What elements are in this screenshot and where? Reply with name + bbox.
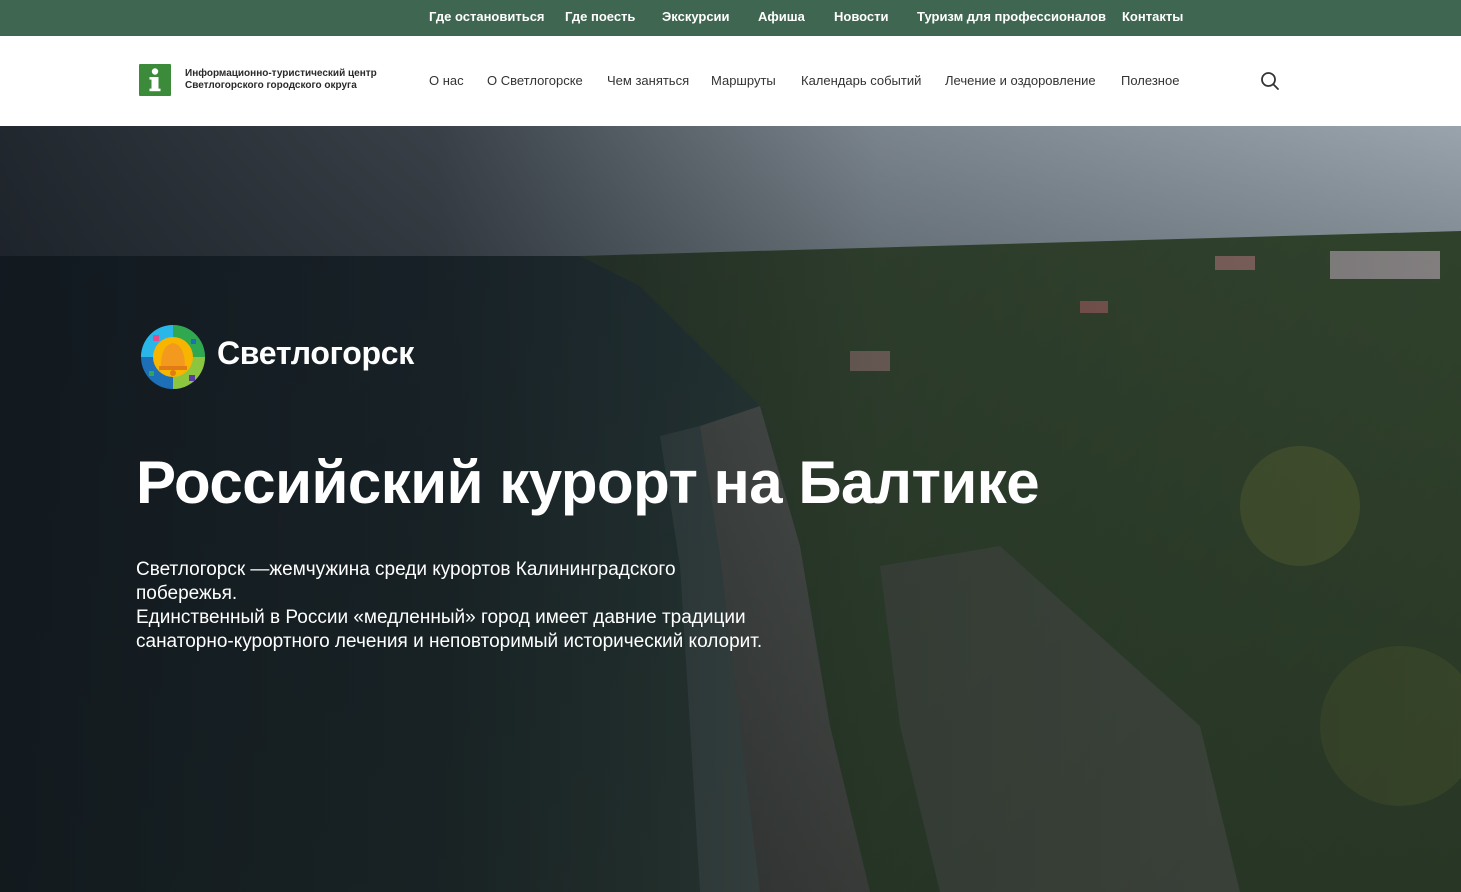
hero-description-line-2: побережья. [136, 583, 238, 604]
nav-item-events-calendar[interactable]: Календарь событий [801, 73, 921, 88]
nav-item-health[interactable]: Лечение и оздоровление [945, 73, 1096, 88]
org-name[interactable]: Информационно-туристический центр Светло… [185, 68, 405, 92]
topbar-link-excursions[interactable]: Экскурсии [662, 9, 730, 24]
org-name-line-1: Информационно-туристический центр [185, 68, 377, 79]
brand-name: Светлогорск [217, 335, 414, 371]
search-icon [1261, 72, 1279, 90]
topbar-link-afisha[interactable]: Афиша [758, 9, 805, 24]
info-center-logo[interactable] [139, 64, 171, 96]
org-name-line-2: Светлогорского городского округа [185, 80, 357, 91]
nav-item-useful[interactable]: Полезное [1121, 73, 1179, 88]
hero-title: Российский курорт на Балтике [136, 449, 1040, 516]
search-button[interactable] [1259, 70, 1281, 92]
nav-item-things-to-do[interactable]: Чем заняться [607, 73, 689, 88]
site-header: Информационно-туристический центр Светло… [0, 36, 1461, 126]
nav-item-about-us[interactable]: О нас [429, 73, 464, 88]
topbar-link-contacts[interactable]: Контакты [1122, 9, 1183, 24]
nav-item-routes[interactable]: Маршруты [711, 73, 776, 88]
hero-description-line-1: Светлогорск —жемчужина среди курортов Ка… [136, 559, 676, 580]
hero-description-line-4: санаторно-курортного лечения и неповтори… [136, 631, 763, 652]
hero-description-line-3: Единственный в России «медленный» город … [136, 607, 746, 628]
hero-description: Светлогорск —жемчужина среди курортов Ка… [136, 558, 796, 654]
topbar-link-news[interactable]: Новости [834, 9, 889, 24]
hero-section: Светлогорск Российский курорт на Балтике… [0, 126, 1461, 892]
topbar-link-pro-tourism[interactable]: Туризм для профессионалов [917, 9, 1106, 24]
topbar-link-eat[interactable]: Где поесть [565, 9, 635, 24]
info-i-icon [149, 68, 161, 92]
top-utility-bar: Где остановиться Где поесть Экскурсии Аф… [0, 0, 1461, 36]
topbar-link-stay[interactable]: Где остановиться [429, 9, 545, 24]
nav-item-about-svetlogorsk[interactable]: О Светлогорске [487, 73, 583, 88]
mosaic-bell-logo-icon [141, 325, 205, 389]
